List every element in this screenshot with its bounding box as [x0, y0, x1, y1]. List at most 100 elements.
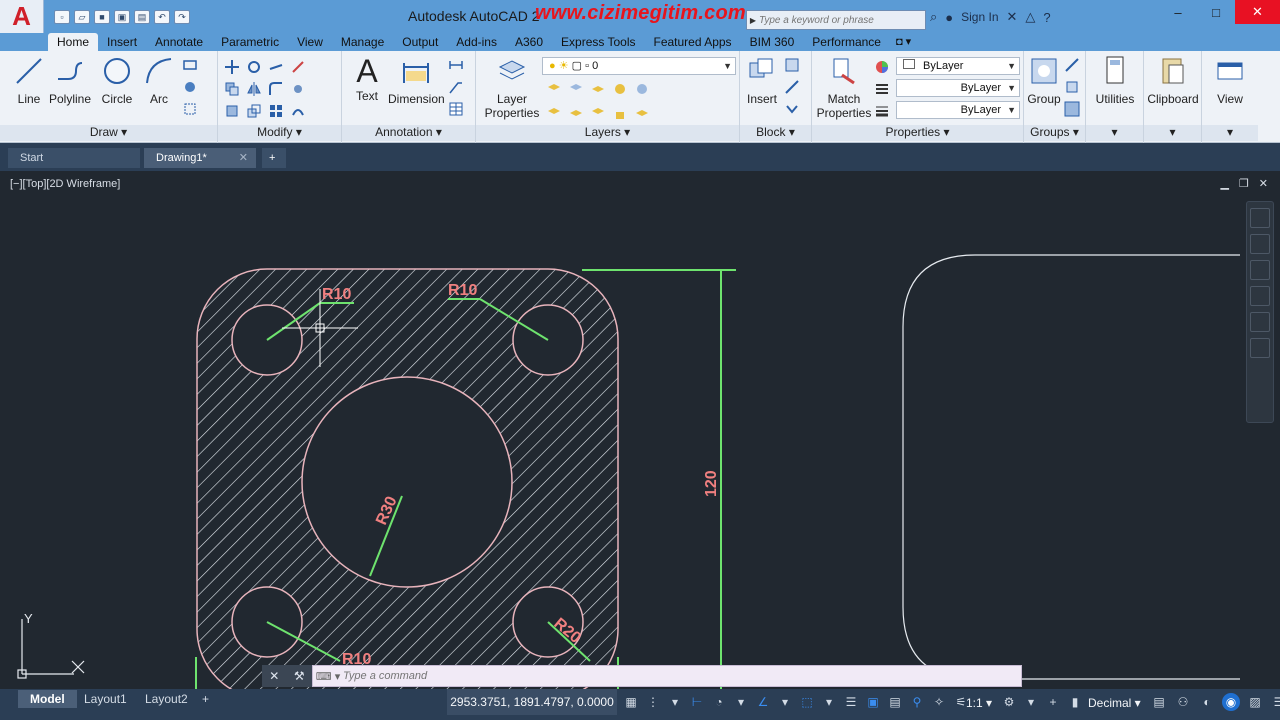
groups-panel-title[interactable]: Groups ▾: [1024, 125, 1085, 141]
transparency-icon[interactable]: ▣: [864, 693, 882, 711]
binoculars-icon[interactable]: ⌕: [930, 9, 937, 25]
snap-dropdown-icon[interactable]: ▾: [666, 693, 684, 711]
clean-screen-icon[interactable]: ▨: [1246, 693, 1264, 711]
new-tab-button[interactable]: +: [262, 148, 286, 168]
clipboard-button[interactable]: Clipboard: [1146, 55, 1200, 106]
layer-freeze-icon[interactable]: [612, 81, 628, 97]
layer-properties-button[interactable]: Layer Properties: [484, 55, 540, 120]
layer-dropdown[interactable]: ● ☀ ▢ ▫ 0 ▼: [542, 57, 736, 75]
isodraft-icon[interactable]: ∠: [754, 693, 772, 711]
sign-in-button[interactable]: Sign In: [961, 10, 998, 24]
tab-featured-apps[interactable]: Featured Apps: [645, 33, 741, 51]
a360-icon[interactable]: △: [1025, 9, 1035, 25]
match-properties-button[interactable]: Match Properties: [816, 55, 872, 120]
customize-icon[interactable]: ⚒: [294, 669, 305, 683]
tab-manage[interactable]: Manage: [332, 33, 393, 51]
rectangle-icon[interactable]: [182, 57, 198, 73]
tab-model[interactable]: Model: [18, 690, 77, 708]
table-icon[interactable]: [448, 101, 464, 117]
annotation-visibility-icon[interactable]: ⚲: [908, 693, 926, 711]
save-icon[interactable]: ■: [94, 9, 110, 24]
search-box[interactable]: ▶: [746, 10, 926, 30]
layer-merge-icon[interactable]: [634, 105, 650, 121]
osnap-tracking-icon[interactable]: ⬚: [798, 693, 816, 711]
edit-block-icon[interactable]: [784, 79, 800, 95]
command-input-area[interactable]: ⌨ ▾: [312, 665, 1022, 687]
isolate-objects-icon[interactable]: ◐: [1198, 693, 1216, 711]
draw-panel-title[interactable]: Draw ▾: [0, 125, 217, 141]
polar-dropdown-icon[interactable]: ▾: [732, 693, 750, 711]
dim-height[interactable]: 120: [703, 470, 720, 497]
modify-panel-title[interactable]: Modify ▾: [218, 125, 341, 141]
line-button[interactable]: Line: [12, 55, 46, 106]
ribbon-options-icon[interactable]: ◘ ▾: [890, 33, 917, 51]
ungroup-icon[interactable]: [1064, 57, 1080, 73]
tab-view[interactable]: View: [288, 33, 332, 51]
tab-express-tools[interactable]: Express Tools: [552, 33, 644, 51]
layer-isolate-icon[interactable]: [590, 81, 606, 97]
viewport-restore-icon[interactable]: ❐: [1239, 177, 1249, 190]
tab-start[interactable]: Start: [8, 148, 140, 168]
view-panel-title[interactable]: ▾: [1202, 125, 1258, 141]
layer-match-icon[interactable]: [546, 81, 562, 97]
linetype-dropdown[interactable]: ByLayer ▼: [896, 79, 1020, 97]
tab-layout1[interactable]: Layout1: [72, 690, 139, 708]
polar-icon[interactable]: ◔: [710, 693, 728, 711]
copy-icon[interactable]: [224, 81, 240, 97]
group-button[interactable]: Group: [1026, 55, 1062, 106]
attribute-icon[interactable]: [784, 101, 800, 117]
group-selection-icon[interactable]: [1064, 101, 1080, 117]
osnap-dropdown-icon[interactable]: ▾: [820, 693, 838, 711]
layers-panel-title[interactable]: Layers ▾: [476, 125, 739, 141]
linear-dim-icon[interactable]: [448, 57, 464, 73]
help-icon[interactable]: ?: [1043, 10, 1050, 25]
tab-performance[interactable]: Performance: [803, 33, 890, 51]
arc-button[interactable]: Arc: [142, 55, 176, 106]
command-prompt-icon[interactable]: ⌨ ▾: [313, 670, 343, 683]
dim-r10-top-right[interactable]: R10: [448, 282, 477, 299]
color-dropdown[interactable]: ByLayer ▼: [896, 57, 1020, 75]
trim-icon[interactable]: [268, 59, 284, 75]
mirror-icon[interactable]: [246, 81, 262, 97]
layer-off-icon[interactable]: [634, 81, 650, 97]
leader-icon[interactable]: [448, 79, 464, 95]
stretch-icon[interactable]: [224, 103, 240, 119]
command-input[interactable]: [343, 670, 983, 682]
tab-parametric[interactable]: Parametric: [212, 33, 288, 51]
tab-home[interactable]: Home: [48, 33, 99, 51]
drawing-viewport[interactable]: [−][Top][2D Wireframe] ▁ ❐ ✕ R10 R10 R30…: [0, 171, 1280, 689]
lock-ui-icon[interactable]: ⚇: [1174, 693, 1192, 711]
explode-icon[interactable]: [290, 81, 306, 97]
layer-walk-icon[interactable]: [546, 105, 562, 121]
hatch-icon[interactable]: [182, 79, 198, 95]
properties-panel-title[interactable]: Properties ▾: [812, 125, 1023, 141]
annotation-monitor-icon[interactable]: +: [1044, 693, 1062, 711]
layer-previous-icon[interactable]: [568, 81, 584, 97]
workspace-gear-icon[interactable]: ⚙: [1000, 693, 1018, 711]
viewport-close-icon[interactable]: ✕: [1259, 177, 1268, 190]
group-edit-icon[interactable]: [1064, 79, 1080, 95]
open-icon[interactable]: ▱: [74, 9, 90, 24]
array-icon[interactable]: [268, 103, 284, 119]
search-input[interactable]: [759, 14, 919, 26]
tab-add-ins[interactable]: Add-ins: [447, 33, 506, 51]
undo-icon[interactable]: ↶: [154, 9, 170, 24]
hardware-acceleration-icon[interactable]: ◉: [1222, 693, 1240, 711]
lineweight-toggle-icon[interactable]: ☰: [842, 693, 860, 711]
auto-scale-icon[interactable]: ✧: [930, 693, 948, 711]
clipboard-panel-title[interactable]: ▾: [1144, 125, 1201, 141]
layer-lock-icon[interactable]: [612, 105, 628, 121]
move-icon[interactable]: [224, 59, 240, 75]
dimension-button[interactable]: Dimension: [388, 55, 445, 106]
tab-output[interactable]: Output: [393, 33, 447, 51]
tab-a360[interactable]: A360: [506, 33, 552, 51]
maximize-button[interactable]: □: [1197, 0, 1235, 24]
polyline-button[interactable]: Polyline: [46, 55, 94, 106]
tab-insert[interactable]: Insert: [98, 33, 146, 51]
insert-button[interactable]: Insert: [742, 55, 782, 106]
isodraft-dropdown-icon[interactable]: ▾: [776, 693, 794, 711]
offset-icon[interactable]: [290, 103, 306, 119]
erase-icon[interactable]: [290, 59, 306, 75]
coordinates-readout[interactable]: 2953.3751, 1891.4797, 0.0000: [447, 689, 617, 715]
redo-icon[interactable]: ↷: [174, 9, 190, 24]
